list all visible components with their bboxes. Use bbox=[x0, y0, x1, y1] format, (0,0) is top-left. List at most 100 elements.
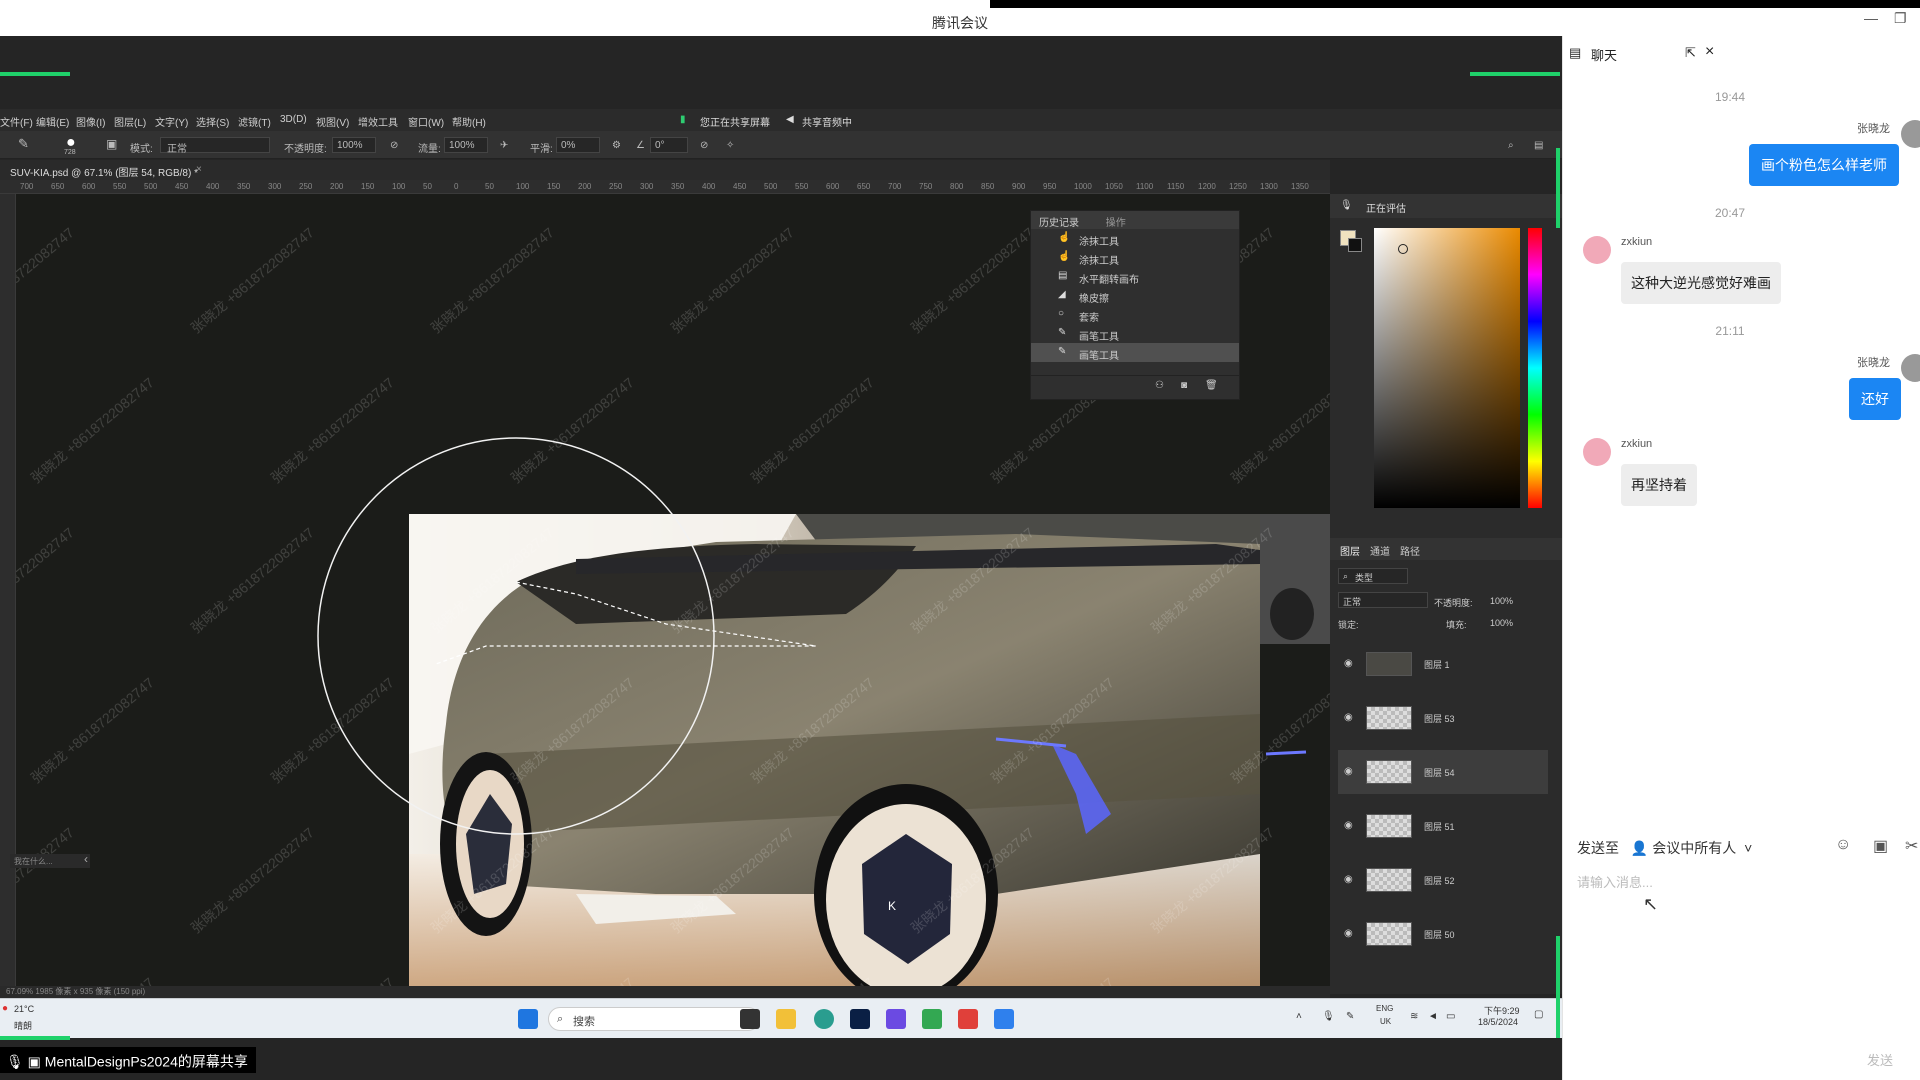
layer-row[interactable]: ◉ 图层 53 bbox=[1338, 696, 1548, 740]
workspace-icon[interactable]: ▤ bbox=[1534, 140, 1543, 151]
avatar[interactable] bbox=[1901, 354, 1920, 382]
avatar[interactable] bbox=[1901, 120, 1920, 148]
eye-icon[interactable]: ◉ bbox=[1344, 658, 1353, 669]
menu-select[interactable]: 选择(S) bbox=[196, 114, 229, 129]
gear-icon[interactable]: ⚙ bbox=[612, 140, 621, 151]
color-picker-field[interactable] bbox=[1374, 228, 1520, 508]
menu-image[interactable]: 图像(I) bbox=[76, 114, 105, 129]
taskbar-search[interactable]: ⌕ 搜索 bbox=[548, 1007, 760, 1031]
layer-row[interactable]: ◉ 图层 52 bbox=[1338, 858, 1548, 902]
left-collapsed-panel[interactable]: 我在什么... bbox=[10, 854, 90, 868]
eye-icon[interactable]: ◉ bbox=[1344, 874, 1353, 885]
menu-help[interactable]: 帮助(H) bbox=[452, 114, 486, 129]
tab-paths[interactable]: 路径 bbox=[1400, 543, 1420, 558]
brush-tool-icon[interactable]: ✎ bbox=[18, 136, 29, 152]
screenshot-icon[interactable]: ✂ bbox=[1905, 836, 1918, 856]
chevron-left-icon[interactable]: ‹ bbox=[84, 852, 88, 866]
app-icon[interactable] bbox=[886, 1009, 906, 1029]
file-explorer-icon[interactable] bbox=[776, 1009, 796, 1029]
chevron-up-icon[interactable]: ˄ bbox=[1296, 1011, 1302, 1022]
background-color-swatch[interactable] bbox=[1348, 238, 1362, 252]
eye-icon[interactable]: ◉ bbox=[1344, 820, 1353, 831]
fill-value[interactable]: 100% bbox=[1490, 618, 1513, 628]
history-item[interactable]: ☝ 涂抹工具 bbox=[1031, 229, 1239, 248]
layer-row[interactable]: ◉ 图层 1 bbox=[1338, 642, 1548, 686]
windows-start-icon[interactable] bbox=[518, 1009, 538, 1029]
eye-icon[interactable]: ◉ bbox=[1344, 712, 1353, 723]
photoshop-icon[interactable] bbox=[850, 1009, 870, 1029]
meeting-icon[interactable] bbox=[994, 1009, 1014, 1029]
document-tab[interactable]: SUV-KIA.psd @ 67.1% (图层 54, RGB/8) * bbox=[10, 164, 198, 179]
close-tab-icon[interactable]: × bbox=[196, 164, 202, 175]
folder-icon[interactable]: ▣ bbox=[1873, 836, 1888, 856]
menu-type[interactable]: 文字(Y) bbox=[155, 114, 188, 129]
history-item[interactable]: ○ 套索 bbox=[1031, 305, 1239, 324]
new-document-icon[interactable]: ⚇ bbox=[1155, 380, 1164, 391]
emoji-icon[interactable]: ☺ bbox=[1835, 836, 1851, 854]
layer-row[interactable]: ◉ 图层 51 bbox=[1338, 804, 1548, 848]
history-item[interactable]: ✎ 画笔工具 bbox=[1031, 324, 1239, 343]
opacity-field[interactable]: 100% bbox=[332, 137, 376, 153]
menu-file[interactable]: 文件(F) bbox=[0, 114, 33, 129]
close-icon[interactable]: × bbox=[1705, 43, 1714, 61]
battery-icon[interactable]: ▭ bbox=[1446, 1011, 1455, 1022]
history-item[interactable]: ☝ 涂抹工具 bbox=[1031, 248, 1239, 267]
maximize-button[interactable]: ❐ bbox=[1894, 10, 1907, 27]
blend-mode-select[interactable]: 正常 bbox=[1338, 592, 1428, 608]
smooth-field[interactable]: 0% bbox=[556, 137, 600, 153]
task-view-icon[interactable] bbox=[740, 1009, 760, 1029]
history-item-selected[interactable]: ✎ 画笔工具 bbox=[1031, 343, 1239, 362]
layer-row[interactable]: ◉ 图层 50 bbox=[1338, 912, 1548, 956]
tab-actions[interactable]: 操作 bbox=[1106, 218, 1126, 229]
airbrush-icon[interactable]: ✈ bbox=[500, 140, 508, 151]
history-item[interactable]: ◢ 橡皮擦 bbox=[1031, 286, 1239, 305]
tab-layers[interactable]: 图层 bbox=[1340, 543, 1360, 558]
brush-settings-icon[interactable]: ▣ bbox=[106, 137, 117, 151]
wifi-icon[interactable]: ≋ bbox=[1410, 1011, 1418, 1022]
menu-edit[interactable]: 编辑(E) bbox=[36, 114, 69, 129]
pressure-size-icon[interactable]: ⊘ bbox=[700, 140, 708, 151]
chevron-down-icon[interactable]: ˅ bbox=[1744, 840, 1752, 856]
flow-field[interactable]: 100% bbox=[444, 137, 488, 153]
recipient-select[interactable]: 会议中所有人 bbox=[1652, 840, 1736, 856]
angle-field[interactable]: 0° bbox=[650, 137, 688, 153]
xbox-icon[interactable] bbox=[922, 1009, 942, 1029]
avatar[interactable] bbox=[1583, 236, 1611, 264]
layer-opacity-value[interactable]: 100% bbox=[1490, 596, 1513, 606]
menu-filter[interactable]: 滤镜(T) bbox=[238, 114, 271, 129]
menu-view[interactable]: 视图(V) bbox=[316, 114, 349, 129]
camera-icon[interactable]: ◙ bbox=[1181, 380, 1187, 391]
eye-icon[interactable]: ◉ bbox=[1344, 766, 1353, 777]
tab-history[interactable]: 历史记录 bbox=[1039, 218, 1079, 229]
volume-icon[interactable]: ◄ bbox=[1428, 1011, 1438, 1022]
clock-time[interactable]: 下午9:29 bbox=[1484, 1004, 1520, 1017]
history-item[interactable]: ▤ 水平翻转画布 bbox=[1031, 267, 1239, 286]
color-picker-cursor[interactable] bbox=[1398, 244, 1408, 254]
trash-icon[interactable]: 🗑 bbox=[1205, 380, 1218, 391]
weather-temp[interactable]: 21°C bbox=[14, 1004, 34, 1014]
pressure-opacity-icon[interactable]: ⊘ bbox=[390, 140, 398, 151]
language-top[interactable]: ENG bbox=[1376, 1004, 1393, 1013]
pen-icon[interactable]: ✎ bbox=[1346, 1011, 1354, 1022]
layer-row-selected[interactable]: ◉ 图层 54 bbox=[1338, 750, 1548, 794]
mode-select[interactable]: 正常 bbox=[160, 137, 270, 155]
mic-icon[interactable]: 🎙 bbox=[1322, 1011, 1335, 1022]
menu-window[interactable]: 窗口(W) bbox=[408, 114, 444, 129]
message-input[interactable]: 请输入消息... bbox=[1577, 872, 1653, 891]
popout-icon[interactable]: ⇱ bbox=[1685, 45, 1696, 61]
menu-3d[interactable]: 3D(D) bbox=[280, 114, 307, 125]
send-button[interactable]: 发送 bbox=[1867, 1050, 1893, 1069]
wps-icon[interactable] bbox=[958, 1009, 978, 1029]
menu-layer[interactable]: 图层(L) bbox=[114, 114, 146, 129]
edge-browser-icon[interactable] bbox=[814, 1009, 834, 1029]
hue-slider[interactable] bbox=[1528, 228, 1542, 508]
symmetry-icon[interactable]: ✧ bbox=[726, 140, 734, 151]
eye-icon[interactable]: ◉ bbox=[1344, 928, 1353, 939]
search-icon[interactable]: ⌕ bbox=[1508, 140, 1514, 151]
notification-icon[interactable]: ▢ bbox=[1534, 1009, 1543, 1020]
minimize-button[interactable]: — bbox=[1864, 10, 1878, 26]
tab-channels[interactable]: 通道 bbox=[1370, 543, 1390, 558]
avatar[interactable] bbox=[1583, 438, 1611, 466]
menu-plugins[interactable]: 增效工具 bbox=[358, 114, 398, 129]
layer-kind-filter[interactable]: ⌕ 类型 bbox=[1338, 568, 1408, 584]
